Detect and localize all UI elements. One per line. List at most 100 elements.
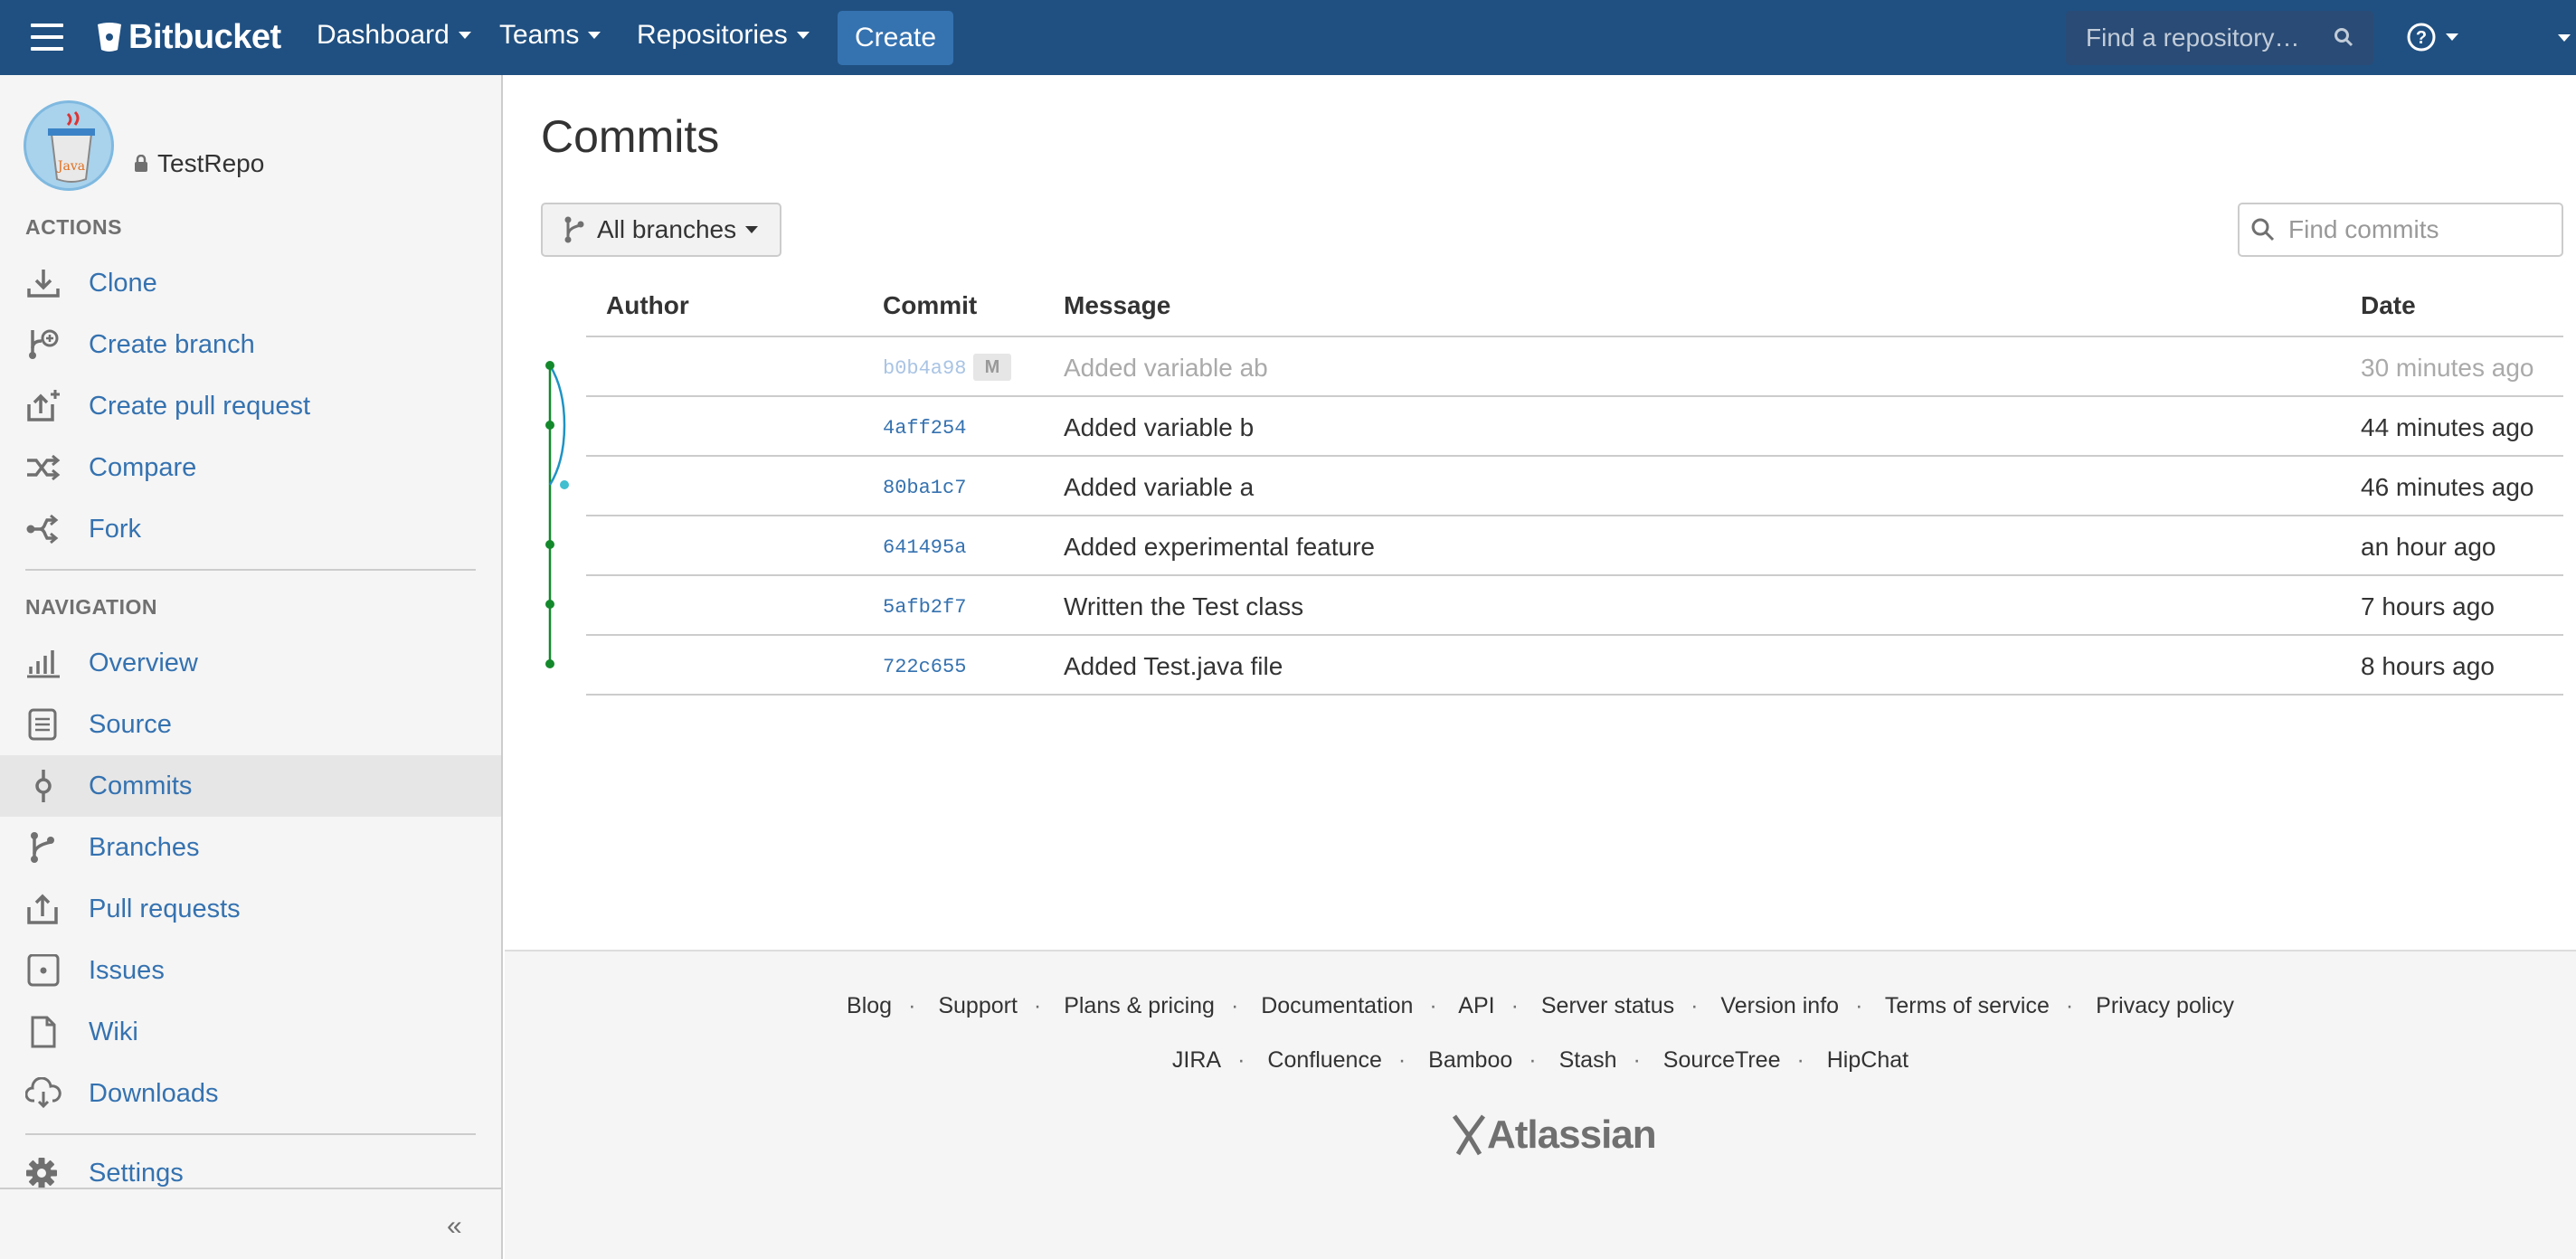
table-row[interactable]: 5afb2f7 Written the Test class 7 hours a… [586, 576, 2563, 636]
help-icon: ? [2407, 23, 2436, 52]
help-menu[interactable]: ? [2406, 22, 2458, 52]
footer-link-server-status[interactable]: Server status [1541, 993, 1674, 1018]
commit-date: 7 hours ago [2361, 592, 2495, 620]
sidebar-item-label: Clone [89, 268, 157, 298]
sidebar-item-fork[interactable]: Fork [0, 498, 501, 560]
graph-commit-node [545, 659, 554, 668]
overview-icon [27, 650, 60, 678]
sidebar-item-create-branch[interactable]: Create branch [0, 314, 501, 375]
compare-icon [27, 454, 61, 481]
table-row[interactable]: b0b4a98 M Added variable ab 30 minutes a… [586, 337, 2563, 397]
atlassian-icon [1452, 1114, 1486, 1156]
commit-date: 46 minutes ago [2361, 473, 2534, 501]
footer-link-sourcetree[interactable]: SourceTree [1663, 1047, 1781, 1073]
sidebar-item-overview[interactable]: Overview [0, 632, 501, 694]
footer-link-documentation[interactable]: Documentation [1261, 993, 1413, 1018]
sidebar-item-label: Create pull request [89, 391, 311, 421]
graph-commit-node [545, 540, 554, 549]
sidebar-item-source[interactable]: Source [0, 694, 501, 755]
dashboard-menu[interactable]: Dashboard [317, 20, 471, 51]
footer-link-stash[interactable]: Stash [1559, 1047, 1617, 1073]
footer-link-jira[interactable]: JIRA [1172, 1047, 1221, 1073]
repository-search-input[interactable] [2066, 11, 2373, 65]
branches-icon [31, 832, 54, 863]
atlassian-logo[interactable]: Atlassian [1451, 1112, 1657, 1158]
commit-hash-link[interactable]: 641495a [883, 536, 966, 559]
sidebar-item-create-pull-request[interactable]: Create pull request [0, 375, 501, 437]
fork-icon [26, 514, 59, 544]
teams-menu-label: Teams [499, 20, 580, 50]
sidebar-item-pull-requests[interactable]: Pull requests [0, 878, 501, 940]
bitbucket-logo[interactable]: Bitbucket [96, 16, 281, 58]
commit-message: Added variable b [1064, 413, 1255, 441]
sidebar-item-commits[interactable]: Commits [0, 755, 501, 817]
graph-commit-node [545, 361, 554, 370]
footer-link-terms[interactable]: Terms of service [1885, 993, 2050, 1018]
sidebar-item-compare[interactable]: Compare [0, 437, 501, 498]
footer-link-blog[interactable]: Blog [847, 993, 892, 1018]
sidebar-item-label: Compare [89, 452, 197, 482]
table-row[interactable]: 4aff254 Added variable b 44 minutes ago [586, 397, 2563, 457]
commit-date: 30 minutes ago [2361, 354, 2534, 382]
repository-name[interactable]: TestRepo [134, 149, 264, 178]
sidebar-item-clone[interactable]: Clone [0, 252, 501, 314]
table-row[interactable]: 641495a Added experimental feature an ho… [586, 516, 2563, 576]
merge-badge: M [973, 354, 1011, 381]
user-menu-chevron-icon[interactable] [2558, 34, 2571, 42]
create-button[interactable]: Create [838, 11, 953, 65]
footer-link-version-info[interactable]: Version info [1720, 993, 1839, 1018]
svg-text:?: ? [2416, 28, 2427, 48]
menu-icon[interactable] [31, 24, 63, 51]
footer-separator: · [908, 993, 916, 1018]
sidebar-item-label: Downloads [89, 1078, 219, 1108]
lock-icon [135, 155, 147, 172]
table-row[interactable]: 80ba1c7 Added variable a 46 minutes ago [586, 457, 2563, 516]
footer-link-bamboo[interactable]: Bamboo [1428, 1047, 1512, 1073]
commit-hash-link[interactable]: 5afb2f7 [883, 596, 966, 619]
sidebar-item-issues[interactable]: Issues [0, 940, 501, 1001]
commit-hash-link[interactable]: b0b4a98 [883, 357, 966, 380]
branch-filter-label: All branches [597, 215, 737, 243]
commit-date: 44 minutes ago [2361, 413, 2534, 441]
branch-filter-dropdown[interactable]: All branches [541, 203, 781, 257]
table-row[interactable]: 722c655 Added Test.java file 8 hours ago [586, 636, 2563, 696]
commit-date: an hour ago [2361, 533, 2496, 561]
commit-message: Added variable ab [1064, 354, 1268, 382]
commit-hash-link[interactable]: 722c655 [883, 656, 966, 678]
commit-message: Added experimental feature [1064, 533, 1375, 561]
dashboard-menu-label: Dashboard [317, 20, 450, 50]
footer-link-plans-pricing[interactable]: Plans & pricing [1064, 993, 1215, 1018]
top-navigation-bar: Bitbucket Dashboard Teams Repositories C… [0, 0, 2576, 75]
date-column-header: Date [2361, 291, 2416, 319]
sidebar-item-label: Create branch [89, 329, 255, 359]
sidebar-item-branches[interactable]: Branches [0, 817, 501, 878]
footer-link-confluence[interactable]: Confluence [1267, 1047, 1381, 1073]
footer-separator: · [1237, 1047, 1245, 1073]
commit-hash-link[interactable]: 4aff254 [883, 417, 966, 440]
sidebar-item-downloads[interactable]: Downloads [0, 1063, 501, 1124]
footer-link-privacy[interactable]: Privacy policy [2096, 993, 2234, 1018]
collapse-sidebar-icon[interactable]: « [447, 1211, 462, 1242]
graph-commit-node [560, 480, 569, 489]
sidebar-footer: « [0, 1188, 501, 1259]
footer-link-hipchat[interactable]: HipChat [1827, 1047, 1908, 1073]
commit-message: Written the Test class [1064, 592, 1304, 620]
teams-menu[interactable]: Teams [499, 20, 601, 51]
footer-link-api[interactable]: API [1458, 993, 1494, 1018]
repository-avatar[interactable]: Java [24, 100, 114, 191]
repositories-menu[interactable]: Repositories [637, 20, 810, 51]
chevron-down-icon [588, 32, 601, 39]
sidebar-item-label: Pull requests [89, 894, 241, 923]
sidebar-item-wiki[interactable]: Wiki [0, 1001, 501, 1063]
commit-graph [545, 361, 569, 668]
commit-hash-link[interactable]: 80ba1c7 [883, 477, 966, 499]
sidebar-item-label: Fork [89, 514, 141, 544]
svg-text:Java: Java [56, 159, 85, 174]
search-icon[interactable] [2334, 27, 2353, 47]
commit-message: Added Test.java file [1064, 652, 1283, 680]
find-commits-input[interactable] [2238, 203, 2563, 257]
footer-separator: · [1855, 993, 1863, 1018]
search-icon [2251, 218, 2275, 241]
footer-link-support[interactable]: Support [938, 993, 1018, 1018]
repositories-menu-label: Repositories [637, 20, 788, 50]
